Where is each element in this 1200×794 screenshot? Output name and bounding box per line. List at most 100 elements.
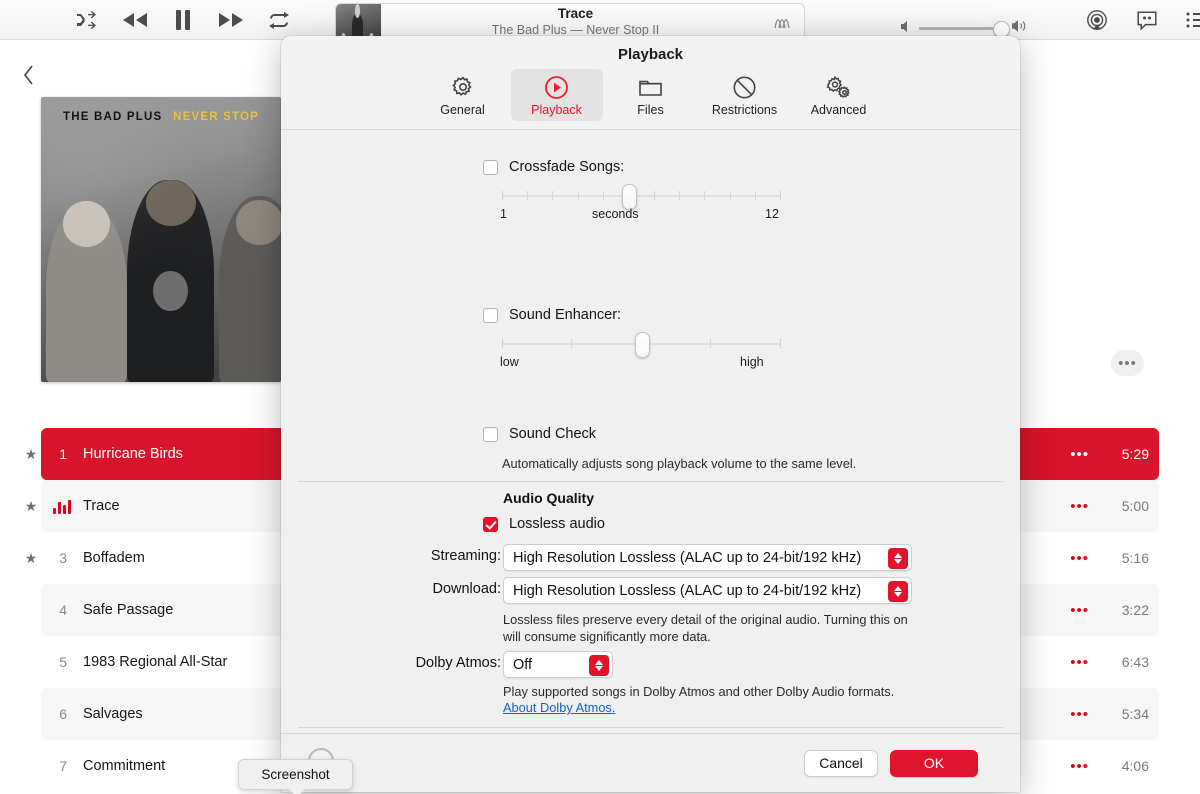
crossfade-songs-checkbox[interactable] xyxy=(483,159,498,175)
track-duration: 5:16 xyxy=(1121,550,1149,566)
chevron-left-icon[interactable] xyxy=(22,64,36,91)
sound-check-description: Automatically adjusts song playback volu… xyxy=(502,456,857,471)
chevron-updown-icon[interactable] xyxy=(589,654,609,676)
ok-button[interactable]: OK xyxy=(890,749,978,777)
dolby-atmos-value: Off xyxy=(513,656,533,673)
crossfade-songs-label: Crossfade Songs: xyxy=(509,159,625,175)
track-star-icon[interactable]: ★ xyxy=(23,498,39,515)
tab-restrictions[interactable]: Restrictions xyxy=(699,69,791,121)
airplay-icon[interactable] xyxy=(1086,9,1108,36)
gear-icon xyxy=(451,74,475,100)
shuffle-icon[interactable] xyxy=(72,8,102,32)
screenshot-tooltip: Screenshot xyxy=(238,759,353,794)
dialog-footer: Cancel OK xyxy=(281,733,1020,792)
dolby-atmos-select[interactable]: Off xyxy=(503,651,613,678)
crossfade-slider-group: 1 seconds 12 xyxy=(500,184,781,225)
now-playing-title: Trace xyxy=(557,6,594,22)
audio-streaming-value: High Resolution Lossless (ALAC up to 24-… xyxy=(513,549,862,566)
gears-icon xyxy=(825,74,852,100)
track-number: 3 xyxy=(59,550,67,566)
track-duration: 5:00 xyxy=(1121,498,1149,514)
sound-enhancer-min-label: low xyxy=(500,355,519,369)
audio-download-select[interactable]: High Resolution Lossless (ALAC up to 24-… xyxy=(503,577,912,604)
sound-enhancer-slider-group: low high xyxy=(500,332,781,373)
audio-download-label: Download: xyxy=(432,581,501,597)
audio-download-value: High Resolution Lossless (ALAC up to 24-… xyxy=(513,582,862,599)
album-title-text: NEVER STOP xyxy=(173,111,259,123)
dialog-tabs: General Playback Files Restrictions Adva… xyxy=(281,69,1020,129)
rewind-icon[interactable] xyxy=(120,8,150,32)
crossfade-unit-label: seconds xyxy=(592,207,639,221)
lossless-audio-checkbox[interactable] xyxy=(483,516,498,532)
tab-files[interactable]: Files xyxy=(605,69,697,121)
crossfade-slider[interactable] xyxy=(502,184,781,210)
dolby-atmos-label: Dolby Atmos: xyxy=(415,655,501,671)
lossless-audio-note: Lossless files preserve every detail of … xyxy=(503,612,908,645)
track-number: 1 xyxy=(59,446,67,462)
track-duration: 6:43 xyxy=(1121,654,1149,670)
fast-forward-icon[interactable] xyxy=(216,8,246,32)
album-more-button[interactable]: ••• xyxy=(1111,350,1144,376)
crossfade-max-label: 12 xyxy=(765,207,779,221)
play-circle-icon xyxy=(544,74,569,100)
list-queue-icon[interactable] xyxy=(1186,11,1200,34)
track-star-icon[interactable]: ★ xyxy=(23,446,39,463)
tab-general-label: General xyxy=(440,103,485,117)
tab-playback-label: Playback xyxy=(531,103,582,117)
track-more-button[interactable]: ••• xyxy=(1070,498,1089,515)
track-duration: 5:29 xyxy=(1121,446,1149,462)
tab-playback[interactable]: Playback xyxy=(510,69,603,121)
tab-restrictions-label: Restrictions xyxy=(711,103,778,117)
pause-icon[interactable] xyxy=(168,8,198,32)
volume-slider[interactable] xyxy=(919,21,1010,38)
sound-enhancer-checkbox[interactable] xyxy=(483,307,498,323)
dialog-body: Crossfade Songs: 1 seconds 12 Sound Enha… xyxy=(281,130,1020,733)
screenshot-tooltip-label: Screenshot xyxy=(261,767,330,782)
audio-streaming-select[interactable]: High Resolution Lossless (ALAC up to 24-… xyxy=(503,544,912,571)
album-artist-name: THE BAD PLUS xyxy=(63,111,163,123)
volume-high-icon xyxy=(1011,19,1029,38)
chevron-updown-icon[interactable] xyxy=(888,580,908,602)
track-more-button[interactable]: ••• xyxy=(1070,550,1089,567)
now-playing-equalizer-icon xyxy=(41,498,83,514)
tab-general[interactable]: General xyxy=(417,69,509,121)
volume-low-icon xyxy=(900,20,913,38)
now-playing-subtitle: The Bad Plus — Never Stop II xyxy=(491,22,660,37)
track-more-button[interactable]: ••• xyxy=(1070,654,1089,671)
audio-quality-heading: Audio Quality xyxy=(503,490,594,506)
crossfade-slider-labels: 1 seconds 12 xyxy=(500,207,781,225)
track-number: 7 xyxy=(59,758,67,774)
playback-settings-dialog: Playback General Playback Files Restrict… xyxy=(281,36,1020,792)
sound-enhancer-slider[interactable] xyxy=(502,332,781,358)
lyrics-bubble-icon[interactable] xyxy=(1136,9,1158,36)
sound-check-checkbox[interactable] xyxy=(483,426,498,442)
sound-check-row[interactable]: Sound Check xyxy=(483,426,596,442)
track-more-button[interactable]: ••• xyxy=(1070,706,1089,723)
sound-enhancer-row[interactable]: Sound Enhancer: xyxy=(483,307,621,323)
track-star-icon[interactable]: ★ xyxy=(23,550,39,567)
sound-enhancer-max-label: high xyxy=(740,355,764,369)
transport-controls xyxy=(72,8,294,32)
now-playing-text: Trace The Bad Plus — Never Stop II xyxy=(381,7,804,36)
repeat-icon[interactable] xyxy=(264,8,294,32)
crossfade-songs-row[interactable]: Crossfade Songs: xyxy=(483,159,624,175)
track-more-button[interactable]: ••• xyxy=(1070,758,1089,775)
track-more-button[interactable]: ••• xyxy=(1070,602,1089,619)
chevron-updown-icon[interactable] xyxy=(888,547,908,569)
track-duration: 4:06 xyxy=(1121,758,1149,774)
about-dolby-atmos-link[interactable]: About Dolby Atmos. xyxy=(503,700,615,715)
sound-check-label: Sound Check xyxy=(509,426,597,442)
track-number: 5 xyxy=(59,654,67,670)
album-artwork[interactable]: THE BAD PLUS NEVER STOP xyxy=(41,97,281,382)
tab-advanced[interactable]: Advanced xyxy=(793,69,885,121)
waveform-icon[interactable] xyxy=(772,13,794,36)
cancel-button[interactable]: Cancel xyxy=(804,749,878,777)
track-number: 4 xyxy=(59,602,67,618)
audio-streaming-label: Streaming: xyxy=(430,548,501,564)
video-section-divider xyxy=(298,727,1003,728)
track-more-button[interactable]: ••• xyxy=(1070,446,1089,463)
sound-enhancer-label: Sound Enhancer: xyxy=(509,307,622,323)
lossless-audio-row[interactable]: Lossless audio xyxy=(483,516,605,532)
crossfade-min-label: 1 xyxy=(500,207,507,221)
dialog-title: Playback xyxy=(617,46,684,63)
